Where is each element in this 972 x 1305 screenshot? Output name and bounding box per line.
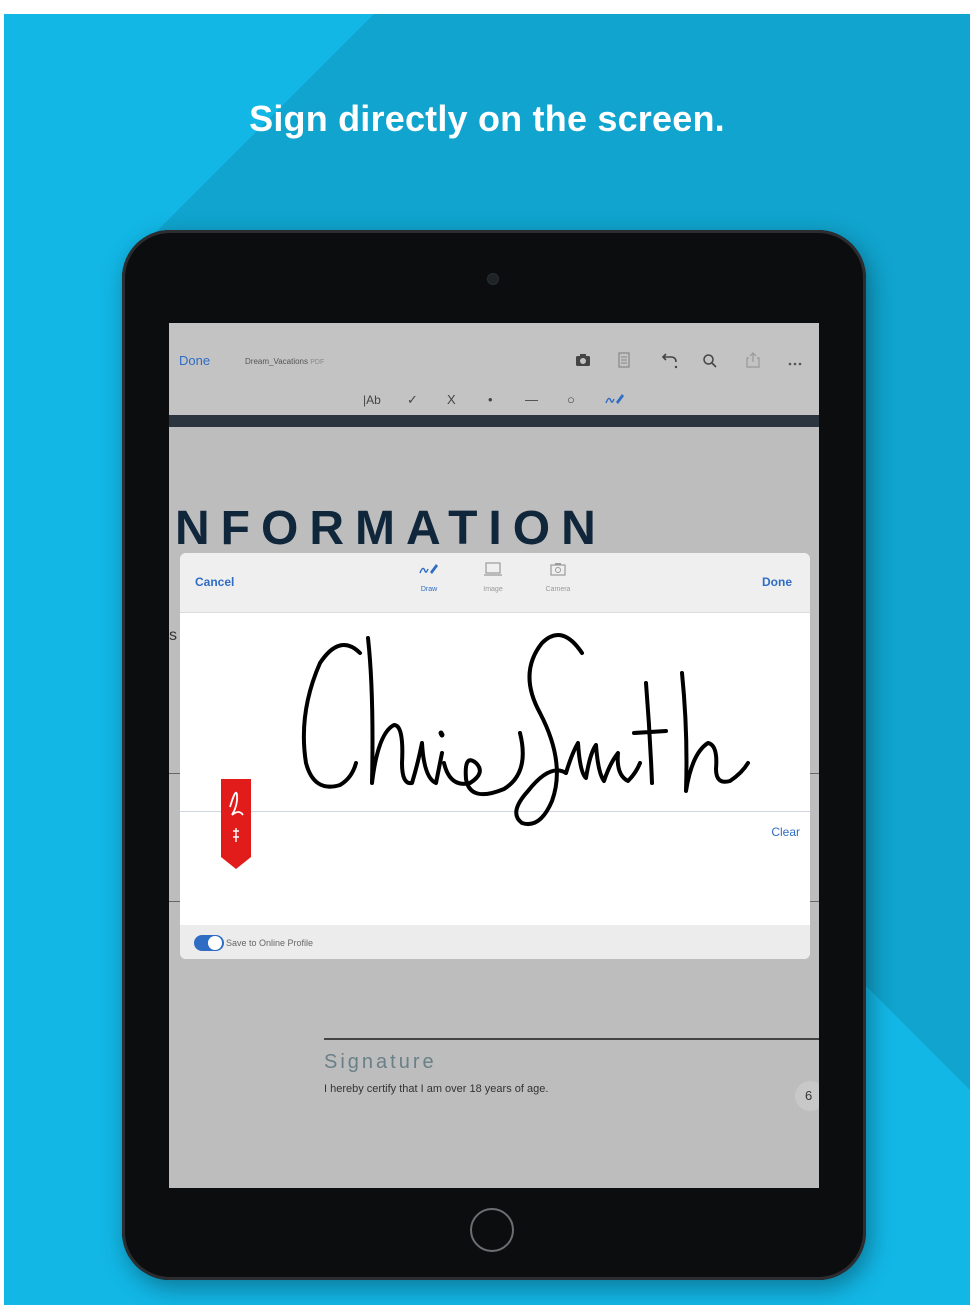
file-extension: PDF [310,359,325,366]
app-toolbar: Done Dream_Vacations PDF |Ab ✓ X • — ○ [169,323,819,415]
signature-tool-icon[interactable] [605,391,625,410]
checkmark-tool[interactable]: ✓ [407,393,418,407]
signature-drawing-area[interactable]: Clear [180,613,810,925]
tab-draw-label: Draw [420,586,438,593]
file-title: Dream_Vacations PDF [245,357,324,366]
tab-image-label: Image [483,586,503,593]
page-number-badge[interactable]: 6 [795,1081,819,1111]
save-profile-toggle[interactable] [194,935,224,951]
line-tool[interactable]: — [525,393,538,407]
pages-icon[interactable] [618,352,630,370]
signature-rule [324,1038,819,1040]
pen-signature-icon [399,561,459,580]
tab-draw[interactable]: Draw [399,561,459,593]
home-button[interactable] [470,1208,514,1252]
undo-icon[interactable] [659,353,679,371]
toggle-knob [208,936,222,950]
document-fragment-text: s [169,627,177,644]
dialog-done-button[interactable]: Done [762,575,792,589]
more-icon[interactable] [787,355,803,369]
toolbar-divider [169,415,819,427]
tablet-device: Done Dream_Vacations PDF |Ab ✓ X • — ○ N… [122,230,866,1280]
cancel-button[interactable]: Cancel [195,575,234,589]
tablet-screen: Done Dream_Vacations PDF |Ab ✓ X • — ○ N… [169,323,819,1188]
signature-section-title: Signature [324,1051,437,1073]
tab-camera-label: Camera [545,586,571,593]
promo-headline: Sign directly on the screen. [249,98,725,139]
form-line [809,901,819,902]
handwritten-signature [301,633,750,826]
tab-image[interactable]: Image [463,561,523,593]
form-line [809,773,819,774]
dialog-footer: Save to Online Profile [180,925,810,959]
image-icon [463,561,523,580]
signature-certification-text: I hereby certify that I am over 18 years… [324,1083,549,1095]
dot-tool[interactable]: • [488,393,493,407]
acrobat-logo-icon [221,779,251,869]
share-icon[interactable] [745,352,761,370]
front-camera [488,274,498,284]
dialog-header: Cancel Draw Image Camera Done [180,553,810,613]
add-text-tool[interactable]: |Ab [363,393,381,407]
search-icon[interactable] [702,353,718,371]
signature-dialog: Cancel Draw Image Camera Done Clear Save… [180,553,810,959]
camera-icon [528,561,588,580]
save-profile-label: Save to Online Profile [226,938,314,948]
document-heading: NFORMATION [175,502,607,555]
ellipse-tool[interactable]: ○ [567,393,575,407]
cross-tool[interactable]: X [447,393,456,407]
tab-camera[interactable]: Camera [528,561,588,593]
camera-icon[interactable] [575,353,591,369]
file-name: Dream_Vacations [245,357,308,366]
promo-background: Sign directly on the screen. Done Dream_… [4,14,970,1305]
done-button[interactable]: Done [179,353,210,368]
